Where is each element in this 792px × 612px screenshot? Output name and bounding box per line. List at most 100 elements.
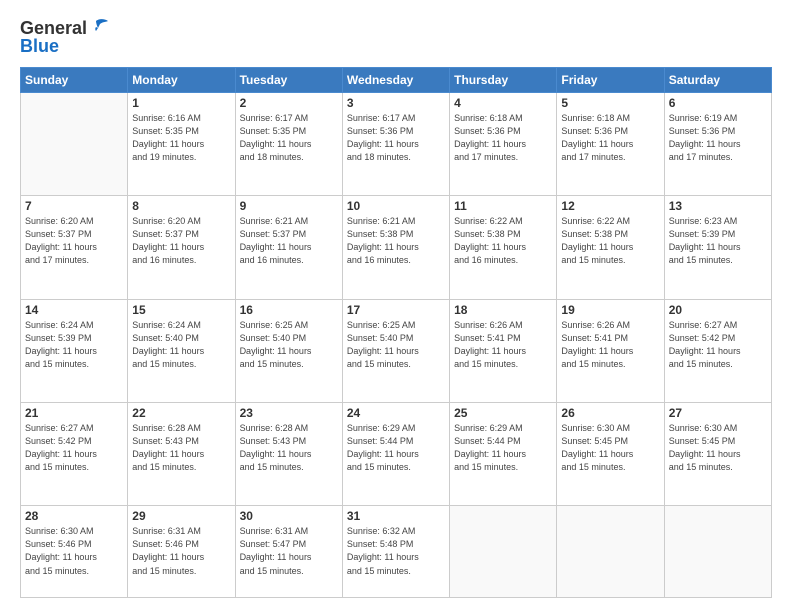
day-info: Sunrise: 6:30 AM Sunset: 5:45 PM Dayligh… <box>561 422 659 474</box>
logo-bird-icon <box>88 17 110 39</box>
day-number: 12 <box>561 199 659 213</box>
calendar-cell: 4 Sunrise: 6:18 AM Sunset: 5:36 PM Daylig… <box>450 93 557 196</box>
day-number: 24 <box>347 406 445 420</box>
day-number: 28 <box>25 509 123 523</box>
logo-blue: Blue <box>20 36 59 57</box>
calendar-cell: 28Sunrise: 6:30 AM Sunset: 5:46 PM Dayli… <box>21 506 128 598</box>
calendar-cell: 11 Sunrise: 6:22 AM Sunset: 5:38 PM Dayli… <box>450 196 557 299</box>
weekday-header: Saturday <box>664 68 771 93</box>
weekday-header: Friday <box>557 68 664 93</box>
day-info: Sunrise: 6:22 AM Sunset: 5:38 PM Dayligh… <box>454 215 552 267</box>
day-info: Sunrise: 6:18 AM Sunset: 5:36 PM Dayligh… <box>454 112 552 164</box>
calendar-cell: 7 Sunrise: 6:20 AM Sunset: 5:37 PM Daylig… <box>21 196 128 299</box>
calendar-cell <box>450 506 557 598</box>
calendar-cell: 22 Sunrise: 6:28 AM Sunset: 5:43 PM Dayli… <box>128 403 235 506</box>
day-info: Sunrise: 6:20 AM Sunset: 5:37 PM Dayligh… <box>25 215 123 267</box>
day-number: 16 <box>240 303 338 317</box>
day-info: Sunrise: 6:25 AM Sunset: 5:40 PM Dayligh… <box>347 319 445 371</box>
calendar-cell: 26 Sunrise: 6:30 AM Sunset: 5:45 PM Dayli… <box>557 403 664 506</box>
calendar-cell: 27 Sunrise: 6:30 AM Sunset: 5:45 PM Dayli… <box>664 403 771 506</box>
day-number: 30 <box>240 509 338 523</box>
calendar-cell: 16 Sunrise: 6:25 AM Sunset: 5:40 PM Dayli… <box>235 299 342 402</box>
day-number: 4 <box>454 96 552 110</box>
calendar-cell: 23 Sunrise: 6:28 AM Sunset: 5:43 PM Dayli… <box>235 403 342 506</box>
calendar-cell: 25 Sunrise: 6:29 AM Sunset: 5:44 PM Dayli… <box>450 403 557 506</box>
day-number: 15 <box>132 303 230 317</box>
day-info: Sunrise: 6:30 AM Sunset: 5:45 PM Dayligh… <box>669 422 767 474</box>
day-number: 14 <box>25 303 123 317</box>
calendar-cell: 8Sunrise: 6:20 AM Sunset: 5:37 PM Daylig… <box>128 196 235 299</box>
day-info: Sunrise: 6:26 AM Sunset: 5:41 PM Dayligh… <box>454 319 552 371</box>
calendar-cell: 13 Sunrise: 6:23 AM Sunset: 5:39 PM Dayli… <box>664 196 771 299</box>
calendar-cell: 24 Sunrise: 6:29 AM Sunset: 5:44 PM Dayli… <box>342 403 449 506</box>
weekday-header: Sunday <box>21 68 128 93</box>
day-number: 8 <box>132 199 230 213</box>
day-number: 29 <box>132 509 230 523</box>
day-info: Sunrise: 6:32 AM Sunset: 5:48 PM Dayligh… <box>347 525 445 577</box>
day-info: Sunrise: 6:29 AM Sunset: 5:44 PM Dayligh… <box>347 422 445 474</box>
logo: General Blue <box>20 18 110 57</box>
calendar-cell: 10 Sunrise: 6:21 AM Sunset: 5:38 PM Dayli… <box>342 196 449 299</box>
day-info: Sunrise: 6:25 AM Sunset: 5:40 PM Dayligh… <box>240 319 338 371</box>
day-number: 13 <box>669 199 767 213</box>
day-info: Sunrise: 6:27 AM Sunset: 5:42 PM Dayligh… <box>669 319 767 371</box>
calendar-cell: 30Sunrise: 6:31 AM Sunset: 5:47 PM Dayli… <box>235 506 342 598</box>
calendar-cell: 1 Sunrise: 6:16 AM Sunset: 5:35 PM Daylig… <box>128 93 235 196</box>
calendar-cell: 18 Sunrise: 6:26 AM Sunset: 5:41 PM Dayli… <box>450 299 557 402</box>
day-number: 21 <box>25 406 123 420</box>
day-info: Sunrise: 6:23 AM Sunset: 5:39 PM Dayligh… <box>669 215 767 267</box>
calendar-cell: 31 Sunrise: 6:32 AM Sunset: 5:48 PM Dayli… <box>342 506 449 598</box>
calendar-cell: 14 Sunrise: 6:24 AM Sunset: 5:39 PM Dayli… <box>21 299 128 402</box>
calendar-cell: 2Sunrise: 6:17 AM Sunset: 5:35 PM Daylig… <box>235 93 342 196</box>
day-number: 17 <box>347 303 445 317</box>
weekday-header: Tuesday <box>235 68 342 93</box>
calendar-cell: 12Sunrise: 6:22 AM Sunset: 5:38 PM Dayli… <box>557 196 664 299</box>
day-info: Sunrise: 6:28 AM Sunset: 5:43 PM Dayligh… <box>132 422 230 474</box>
day-number: 9 <box>240 199 338 213</box>
day-number: 26 <box>561 406 659 420</box>
header: General Blue <box>20 18 772 57</box>
calendar-cell: 15 Sunrise: 6:24 AM Sunset: 5:40 PM Dayli… <box>128 299 235 402</box>
calendar-cell: 21 Sunrise: 6:27 AM Sunset: 5:42 PM Dayli… <box>21 403 128 506</box>
day-number: 19 <box>561 303 659 317</box>
day-info: Sunrise: 6:29 AM Sunset: 5:44 PM Dayligh… <box>454 422 552 474</box>
calendar-cell <box>21 93 128 196</box>
day-number: 25 <box>454 406 552 420</box>
day-info: Sunrise: 6:21 AM Sunset: 5:37 PM Dayligh… <box>240 215 338 267</box>
calendar-cell: 9 Sunrise: 6:21 AM Sunset: 5:37 PM Daylig… <box>235 196 342 299</box>
day-number: 3 <box>347 96 445 110</box>
day-info: Sunrise: 6:27 AM Sunset: 5:42 PM Dayligh… <box>25 422 123 474</box>
calendar-cell: 6Sunrise: 6:19 AM Sunset: 5:36 PM Daylig… <box>664 93 771 196</box>
calendar-cell: 20 Sunrise: 6:27 AM Sunset: 5:42 PM Dayli… <box>664 299 771 402</box>
day-info: Sunrise: 6:17 AM Sunset: 5:35 PM Dayligh… <box>240 112 338 164</box>
calendar-cell: 17 Sunrise: 6:25 AM Sunset: 5:40 PM Dayli… <box>342 299 449 402</box>
day-number: 27 <box>669 406 767 420</box>
day-info: Sunrise: 6:16 AM Sunset: 5:35 PM Dayligh… <box>132 112 230 164</box>
day-number: 1 <box>132 96 230 110</box>
calendar-cell: 19 Sunrise: 6:26 AM Sunset: 5:41 PM Dayli… <box>557 299 664 402</box>
day-info: Sunrise: 6:24 AM Sunset: 5:39 PM Dayligh… <box>25 319 123 371</box>
day-number: 18 <box>454 303 552 317</box>
day-number: 11 <box>454 199 552 213</box>
weekday-header: Monday <box>128 68 235 93</box>
page: General Blue SundayMondayTuesdayWednesda… <box>0 0 792 612</box>
calendar-cell: 5Sunrise: 6:18 AM Sunset: 5:36 PM Daylig… <box>557 93 664 196</box>
calendar-table: SundayMondayTuesdayWednesdayThursdayFrid… <box>20 67 772 598</box>
day-number: 31 <box>347 509 445 523</box>
day-number: 23 <box>240 406 338 420</box>
day-info: Sunrise: 6:24 AM Sunset: 5:40 PM Dayligh… <box>132 319 230 371</box>
weekday-header: Wednesday <box>342 68 449 93</box>
day-info: Sunrise: 6:21 AM Sunset: 5:38 PM Dayligh… <box>347 215 445 267</box>
calendar-cell: 3Sunrise: 6:17 AM Sunset: 5:36 PM Daylig… <box>342 93 449 196</box>
calendar-cell <box>664 506 771 598</box>
day-number: 20 <box>669 303 767 317</box>
calendar-cell: 29 Sunrise: 6:31 AM Sunset: 5:46 PM Dayli… <box>128 506 235 598</box>
day-info: Sunrise: 6:28 AM Sunset: 5:43 PM Dayligh… <box>240 422 338 474</box>
calendar-cell <box>557 506 664 598</box>
day-number: 22 <box>132 406 230 420</box>
day-info: Sunrise: 6:26 AM Sunset: 5:41 PM Dayligh… <box>561 319 659 371</box>
day-info: Sunrise: 6:31 AM Sunset: 5:46 PM Dayligh… <box>132 525 230 577</box>
day-number: 10 <box>347 199 445 213</box>
day-number: 7 <box>25 199 123 213</box>
day-info: Sunrise: 6:19 AM Sunset: 5:36 PM Dayligh… <box>669 112 767 164</box>
